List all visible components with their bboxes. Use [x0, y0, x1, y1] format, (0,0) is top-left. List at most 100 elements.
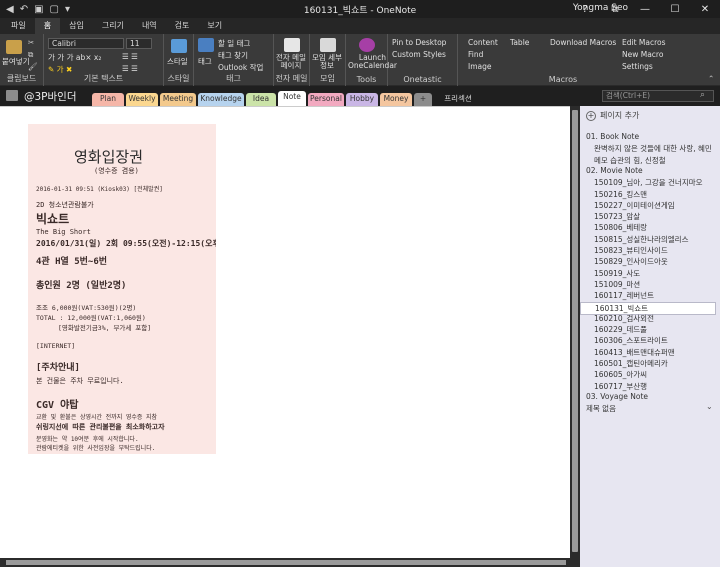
page-item[interactable]: 160413_배트맨대슈퍼맨	[594, 347, 675, 358]
section-tab-plan[interactable]: Plan	[92, 93, 124, 106]
search-icon[interactable]: ⌕	[700, 90, 705, 100]
page-item[interactable]: 150723_암살	[594, 211, 640, 222]
download-macros-button[interactable]: Download Macros	[550, 38, 616, 47]
styles-icon[interactable]	[171, 39, 187, 53]
page-item[interactable]: 160605_아가씨	[594, 369, 647, 380]
page-item[interactable]: 메모 습관의 힘, 신정철	[594, 155, 666, 166]
section-tab-note[interactable]: Note	[278, 91, 306, 106]
section-group-item[interactable]: 제목 없음	[586, 403, 616, 414]
customize-icon[interactable]: ▾	[65, 4, 70, 15]
group-tools: Launch OneCalendar Tools	[346, 34, 397, 86]
page-item[interactable]: 150815_성실한나라의엘리스	[594, 234, 688, 245]
edit-macros-button[interactable]: Edit Macros	[622, 38, 666, 47]
tab-draw[interactable]: 그리기	[93, 18, 133, 34]
notebook-icon[interactable]	[6, 90, 18, 101]
table-menu[interactable]: Table	[510, 38, 529, 47]
page-item[interactable]: 150919_사도	[594, 268, 640, 279]
align-icon[interactable]: ☰ ☰	[122, 64, 138, 73]
page-item[interactable]: 150806_베테랑	[594, 222, 647, 233]
page-item[interactable]: 160117_레버넌트	[594, 290, 654, 301]
section-tab-add[interactable]: +	[414, 93, 432, 106]
page-item[interactable]: 151009_마션	[594, 279, 640, 290]
paste-button[interactable]: 붙여넣기	[2, 56, 30, 67]
undo-icon[interactable]: ↶	[20, 4, 28, 15]
back-icon[interactable]: ◀	[6, 4, 14, 15]
custom-styles-button[interactable]: Custom Styles	[392, 50, 446, 59]
scroll-thumb[interactable]	[6, 560, 566, 565]
todo-tag-button[interactable]: 할 일 태그	[218, 38, 250, 49]
collapse-icon[interactable]: ⌄	[706, 402, 713, 411]
tag-icon[interactable]	[198, 38, 214, 52]
tab-history[interactable]: 내역	[133, 18, 166, 34]
help-button[interactable]: ?	[570, 0, 600, 18]
page-item[interactable]: 160501_캡틴아메리카	[594, 358, 668, 369]
image-menu[interactable]: Image	[468, 62, 492, 71]
page-item[interactable]: 150823_뷰티인사이드	[594, 245, 668, 256]
tag-button[interactable]: 태그	[198, 56, 212, 67]
paste-icon[interactable]	[6, 40, 22, 54]
page-item[interactable]: 160306_스포트라이트	[594, 335, 668, 346]
page-item[interactable]: 150109_님아, 그강을 건너지마오	[594, 177, 703, 188]
page-item[interactable]: 완벽하지 않은 것들에 대한 사랑, 혜민	[594, 143, 712, 154]
page-item[interactable]: 150216_킹스맨	[594, 189, 647, 200]
group-label: 클립보드	[6, 74, 37, 83]
tab-file[interactable]: 파일	[2, 18, 35, 34]
meeting-details-button[interactable]: 모임 세부 정보	[312, 54, 342, 70]
outlook-tasks-button[interactable]: Outlook 작업	[218, 62, 263, 73]
settings-button[interactable]: Settings	[622, 62, 653, 71]
page-item[interactable]: 160210_검사외전	[594, 313, 654, 324]
page-item[interactable]: 160229_데드풀	[594, 324, 647, 335]
bold-button[interactable]: 가 가 가 ab× x₂	[48, 52, 101, 63]
section-tab-프리섹션[interactable]: 프리섹션	[436, 93, 480, 106]
new-macro-button[interactable]: New Macro	[622, 50, 663, 59]
find-tags-button[interactable]: 태그 찾기	[218, 50, 248, 61]
ribbon-tabs: 파일 홈 삽입 그리기 내역 검토 보기	[0, 18, 720, 34]
copy-icon[interactable]: ⧉	[28, 50, 33, 60]
tab-home[interactable]: 홈	[34, 18, 61, 34]
section-tab-money[interactable]: Money	[380, 93, 412, 106]
receipt-title: 영화입장권	[74, 148, 144, 166]
section-group-item[interactable]: 03. Voyage Note	[586, 392, 648, 401]
page-item[interactable]: 150227_이미테이션게임	[594, 200, 675, 211]
add-page-button[interactable]: + 페이지 추가	[586, 110, 639, 121]
receipt-image[interactable]: 영화입장권 (영수증 겸용) 2016-01-31 09:51 (Kiosk03…	[28, 124, 216, 454]
horizontal-scrollbar[interactable]	[0, 558, 580, 567]
styles-button[interactable]: 스타일	[167, 56, 188, 67]
email-page-button[interactable]: 전자 메일 페이지	[276, 54, 306, 70]
content-menu[interactable]: Content	[468, 38, 498, 47]
ribbon-display-button[interactable]: ⧉	[600, 0, 630, 18]
tab-review[interactable]: 검토	[166, 18, 199, 34]
section-tab-idea[interactable]: Idea	[246, 93, 276, 106]
page-item[interactable]: 160717_부산행	[594, 381, 647, 392]
email-icon[interactable]	[284, 38, 300, 52]
page-item[interactable]: 150829_인사이드아웃	[594, 256, 668, 267]
meeting-icon[interactable]	[320, 38, 336, 52]
section-tab-personal[interactable]: Personal	[308, 93, 344, 106]
onecalendar-icon[interactable]	[359, 38, 375, 52]
dock-icon[interactable]: ▣	[34, 4, 43, 15]
format-painter-icon[interactable]: 🖌	[28, 62, 38, 71]
section-group-item[interactable]: 02. Movie Note	[586, 166, 643, 175]
section-tab-hobby[interactable]: Hobby	[346, 93, 378, 106]
font-family-select[interactable]: Calibri	[48, 38, 124, 49]
maximize-button[interactable]: ☐	[660, 0, 690, 18]
section-tab-weekly[interactable]: Weekly	[126, 93, 158, 106]
minimize-button[interactable]: —	[630, 0, 660, 18]
pin-to-desktop-button[interactable]: Pin to Desktop	[392, 38, 446, 47]
font-size-select[interactable]: 11	[126, 38, 152, 49]
search-input[interactable]: 검색(Ctrl+E)	[602, 90, 714, 102]
scroll-thumb[interactable]	[572, 110, 578, 552]
notebook-name[interactable]: @3P바인더	[24, 89, 77, 104]
section-group-item[interactable]: 01. Book Note	[586, 132, 639, 141]
tab-view[interactable]: 보기	[198, 18, 231, 34]
section-tab-meeting[interactable]: Meeting	[160, 93, 196, 106]
new-window-icon[interactable]: ▢	[50, 4, 59, 15]
tab-insert[interactable]: 삽입	[60, 18, 93, 34]
bullets-icon[interactable]: ☰ ☰	[122, 52, 138, 61]
close-button[interactable]: ✕	[690, 0, 720, 18]
cut-icon[interactable]: ✂	[28, 38, 34, 47]
section-tab-knowledge[interactable]: Knowledge	[198, 93, 244, 106]
vertical-scrollbar[interactable]	[570, 106, 580, 558]
collapse-ribbon-icon[interactable]: ⌃	[708, 74, 714, 83]
find-menu[interactable]: Find	[468, 50, 483, 59]
